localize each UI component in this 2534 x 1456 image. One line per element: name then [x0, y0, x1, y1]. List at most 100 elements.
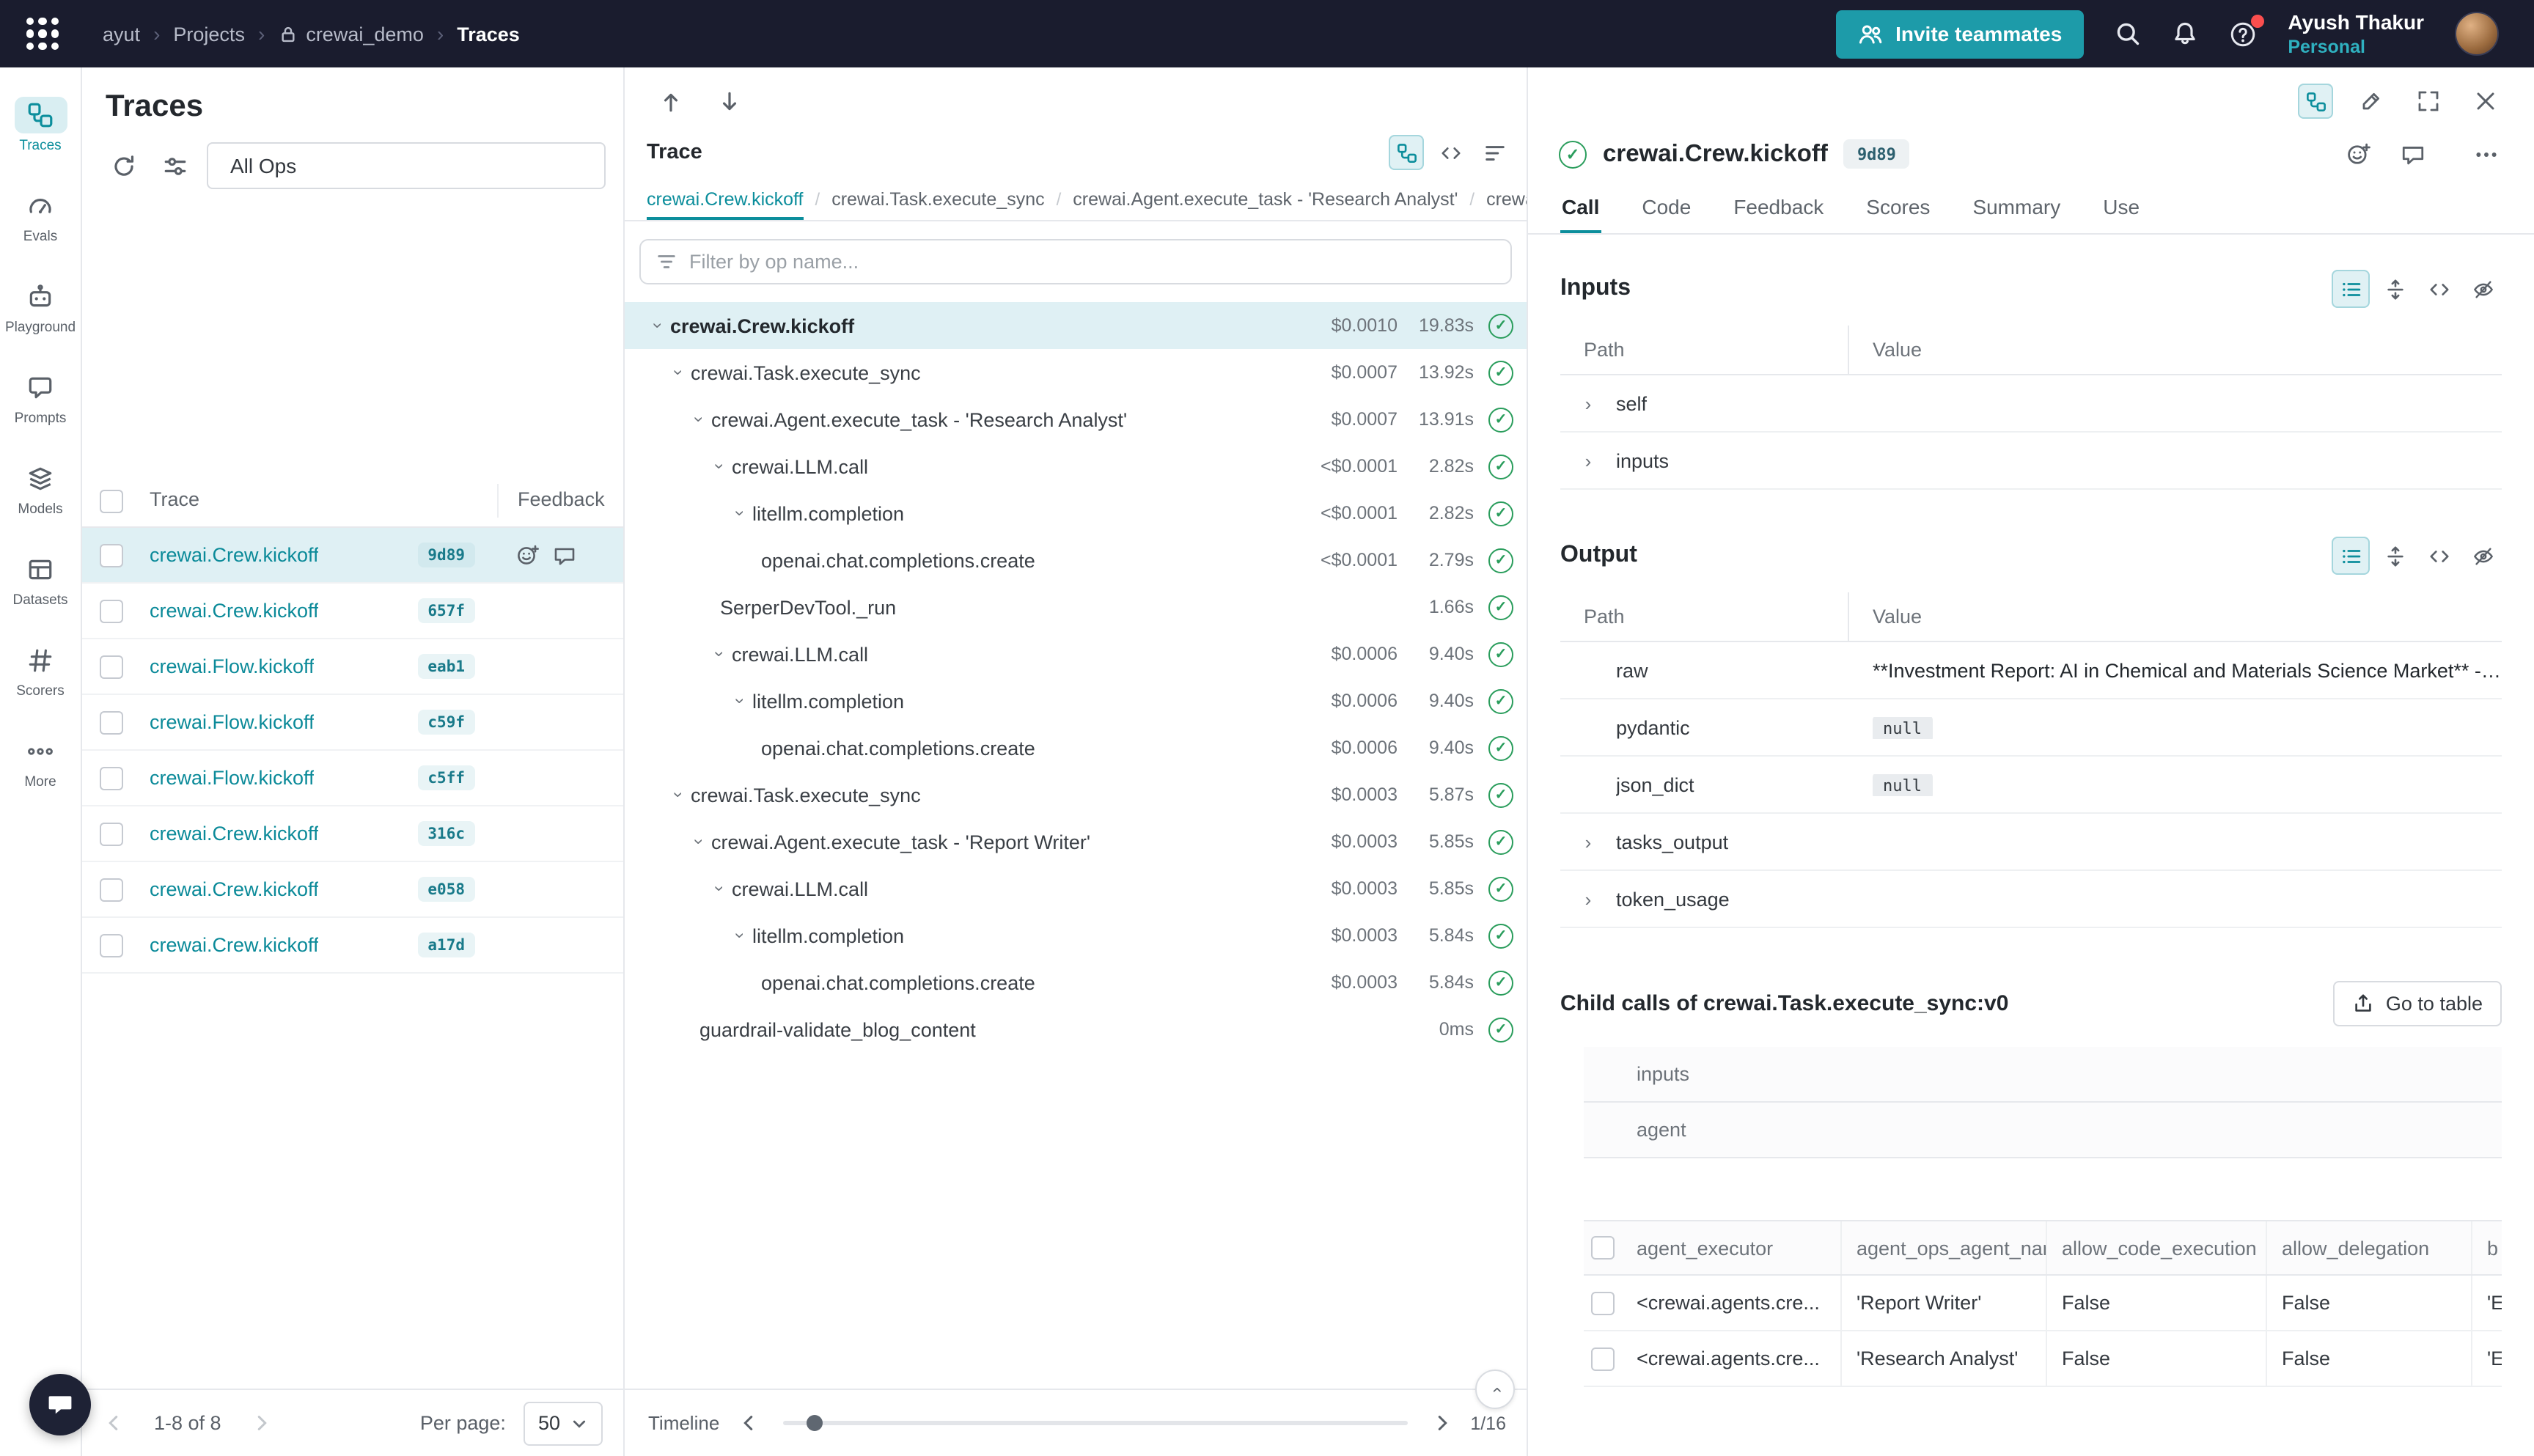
trace-tree-row[interactable]: › litellm.completion $0.0006 9.40s ✓ — [625, 677, 1527, 724]
op-filter-input[interactable] — [689, 251, 1496, 273]
chat-launcher-button[interactable] — [29, 1374, 91, 1435]
down-arrow-button[interactable] — [710, 82, 748, 120]
sidebar-item-prompts[interactable]: Prompts — [0, 352, 81, 443]
child-call-row[interactable]: <crewai.agents.cre... 'Report Writer' Fa… — [1584, 1276, 2502, 1331]
output-row[interactable]: › tasks_output — [1560, 814, 2502, 871]
timeline-slider[interactable] — [776, 1413, 1413, 1433]
tree-view-icon[interactable] — [1389, 135, 1424, 170]
next-page-button[interactable] — [251, 1412, 273, 1434]
invite-teammates-button[interactable]: Invite teammates — [1835, 10, 2084, 58]
collapse-timeline-button[interactable]: › — [1475, 1369, 1515, 1409]
path-tab[interactable]: crewai.Agent.execute_task - 'Research An… — [1073, 189, 1458, 220]
fullscreen-icon[interactable] — [2409, 82, 2447, 120]
trace-link[interactable]: crewai.Crew.kickoff — [150, 544, 319, 566]
sidebar-item-scorers[interactable]: Scorers — [0, 625, 81, 716]
column-header[interactable]: agent_ops_agent_nan — [1842, 1221, 2047, 1274]
path-tab[interactable]: crewai.Crew.kickoff — [647, 189, 804, 220]
code-view-icon[interactable] — [2420, 270, 2458, 308]
go-to-table-button[interactable]: Go to table — [2333, 981, 2502, 1026]
trace-tree-row[interactable]: › litellm.completion $0.0003 5.84s ✓ — [625, 912, 1527, 959]
expand-row-icon[interactable]: › — [1585, 449, 1592, 471]
search-icon[interactable] — [2115, 21, 2141, 47]
notifications-bell-icon[interactable] — [2172, 21, 2198, 47]
prev-page-button[interactable] — [103, 1412, 125, 1434]
trace-tree-row[interactable]: openai.chat.completions.create <$0.0001 … — [625, 537, 1527, 584]
breadcrumb-project[interactable]: crewai_demo — [278, 23, 424, 45]
add-reaction-icon[interactable] — [516, 543, 540, 567]
trace-tree-row[interactable]: › crewai.Task.execute_sync $0.0003 5.87s… — [625, 771, 1527, 818]
per-page-select[interactable]: 50 — [524, 1401, 603, 1445]
collapse-icon[interactable]: › — [730, 924, 751, 947]
sidebar-item-datasets[interactable]: Datasets — [0, 534, 81, 625]
path-tab[interactable]: crewai.LLM.cal — [1486, 189, 1527, 220]
expand-all-icon[interactable] — [2376, 270, 2414, 308]
collapse-icon[interactable]: › — [730, 689, 751, 713]
row-checkbox[interactable] — [100, 543, 123, 567]
trace-link[interactable]: crewai.Crew.kickoff — [150, 600, 319, 622]
output-row[interactable]: json_dict null — [1560, 757, 2502, 814]
tab-scores[interactable]: Scores — [1865, 188, 1931, 233]
row-checkbox[interactable] — [100, 933, 123, 957]
tab-call[interactable]: Call — [1560, 188, 1601, 233]
trace-link[interactable]: crewai.Flow.kickoff — [150, 655, 315, 677]
trace-tree-row[interactable]: guardrail-validate_blog_content 0ms ✓ — [625, 1006, 1527, 1053]
expand-all-icon[interactable] — [2376, 537, 2414, 575]
flame-graph-icon[interactable] — [1477, 135, 1512, 170]
column-header[interactable]: b — [2472, 1221, 2502, 1274]
tab-use[interactable]: Use — [2101, 188, 2141, 233]
breadcrumb-entity[interactable]: ayut — [103, 23, 140, 45]
user-menu[interactable]: Ayush Thakur Personal — [2288, 9, 2424, 59]
column-header[interactable]: allow_delegation — [2267, 1221, 2472, 1274]
edit-icon[interactable] — [2352, 82, 2390, 120]
code-view-icon[interactable] — [1433, 135, 1468, 170]
row-checkbox[interactable] — [1591, 1347, 1615, 1370]
list-view-icon[interactable] — [2332, 537, 2370, 575]
select-all-checkbox[interactable] — [100, 490, 123, 513]
hide-values-icon[interactable] — [2464, 270, 2502, 308]
output-row[interactable]: pydantic null — [1560, 699, 2502, 757]
row-checkbox[interactable] — [100, 822, 123, 845]
comment-icon[interactable] — [2393, 135, 2431, 173]
trace-link[interactable]: crewai.Crew.kickoff — [150, 823, 319, 845]
table-row[interactable]: crewai.Crew.kickoff 9d89 — [82, 528, 623, 584]
trace-tree-row[interactable]: openai.chat.completions.create $0.0006 9… — [625, 724, 1527, 771]
table-row[interactable]: crewai.Flow.kickoff c59f — [82, 695, 623, 751]
expand-row-icon[interactable]: › — [1585, 888, 1592, 910]
input-row[interactable]: › inputs — [1560, 433, 2502, 490]
output-raw-value[interactable]: **Investment Report: AI in Chemical and … — [1848, 659, 2502, 681]
column-header-feedback[interactable]: Feedback — [518, 488, 605, 510]
call-id-badge[interactable]: 9d89 — [1844, 139, 1909, 169]
breadcrumb-page[interactable]: Traces — [457, 23, 520, 45]
collapse-icon[interactable]: › — [689, 408, 710, 431]
table-row[interactable]: crewai.Flow.kickoff c5ff — [82, 751, 623, 806]
trace-tree-row[interactable]: › litellm.completion <$0.0001 2.82s ✓ — [625, 490, 1527, 537]
comment-icon[interactable] — [553, 543, 576, 567]
column-header[interactable]: allow_code_execution — [2047, 1221, 2267, 1274]
tab-feedback[interactable]: Feedback — [1732, 188, 1825, 233]
column-header-trace[interactable]: Trace — [150, 488, 199, 510]
table-row[interactable]: crewai.Crew.kickoff 657f — [82, 584, 623, 639]
expand-row-icon[interactable]: › — [1585, 831, 1592, 853]
table-row[interactable]: crewai.Crew.kickoff e058 — [82, 862, 623, 918]
trace-tree-row[interactable]: › crewai.Crew.kickoff $0.0010 19.83s ✓ — [625, 302, 1527, 349]
trace-tree-row[interactable]: › crewai.Agent.execute_task - 'Research … — [625, 396, 1527, 443]
child-call-row[interactable]: <crewai.agents.cre... 'Research Analyst'… — [1584, 1331, 2502, 1387]
trace-tree-row[interactable]: › crewai.LLM.call $0.0003 5.85s ✓ — [625, 865, 1527, 912]
wandb-logo[interactable] — [21, 12, 65, 56]
input-row[interactable]: › self — [1560, 375, 2502, 433]
trace-tree-row[interactable]: › crewai.Agent.execute_task - 'Report Wr… — [625, 818, 1527, 865]
hide-values-icon[interactable] — [2464, 537, 2502, 575]
trace-link[interactable]: crewai.Crew.kickoff — [150, 934, 319, 956]
up-arrow-button[interactable] — [651, 82, 689, 120]
sidebar-item-evals[interactable]: Evals — [0, 170, 81, 261]
help-icon[interactable] — [2229, 20, 2257, 48]
tree-view-icon[interactable] — [2298, 84, 2333, 119]
trace-link[interactable]: crewai.Crew.kickoff — [150, 878, 319, 900]
path-tab[interactable]: crewai.Task.execute_sync — [831, 189, 1044, 220]
table-row[interactable]: crewai.Flow.kickoff eab1 — [82, 639, 623, 695]
collapse-icon[interactable]: › — [710, 455, 730, 478]
refresh-button[interactable] — [104, 147, 142, 185]
timeline-next-icon[interactable] — [1431, 1412, 1453, 1434]
sidebar-item-playground[interactable]: Playground — [0, 261, 81, 352]
sidebar-item-models[interactable]: Models — [0, 443, 81, 534]
